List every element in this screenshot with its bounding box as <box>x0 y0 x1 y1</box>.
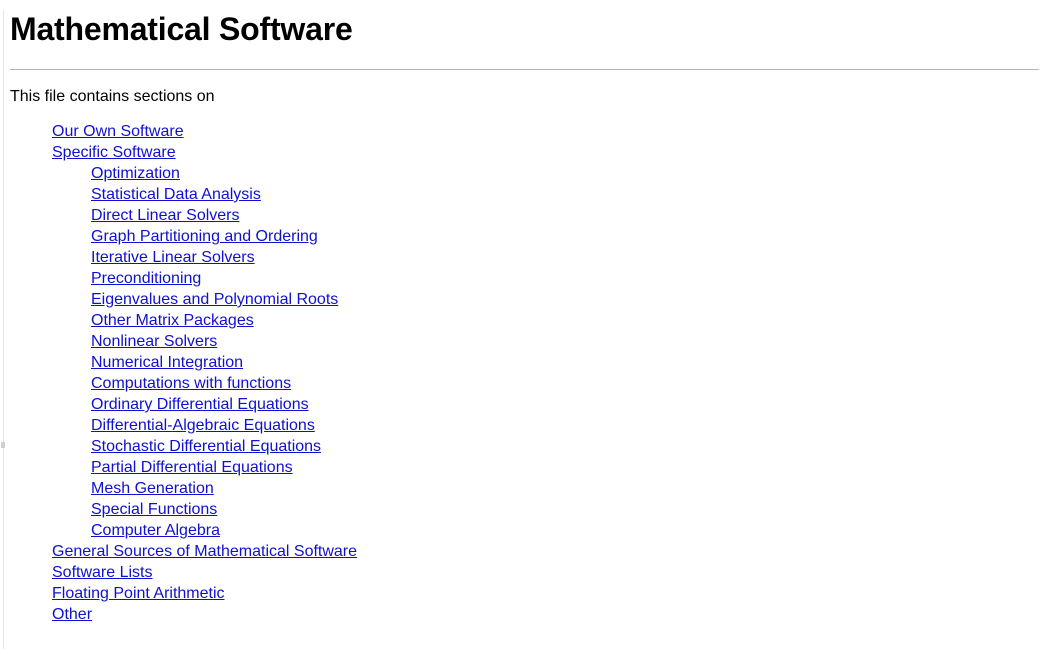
toc-item: Nonlinear Solvers <box>10 331 1039 352</box>
toc-link[interactable]: Stochastic Differential Equations <box>91 438 321 455</box>
title-divider <box>10 69 1039 70</box>
table-of-contents: Our Own Software Specific Software Optimiz… <box>10 121 1039 625</box>
toc-link[interactable]: Computer Algebra <box>91 522 220 539</box>
toc-link[interactable]: Optimization <box>91 165 180 182</box>
toc-link[interactable]: Other Matrix Packages <box>91 312 254 329</box>
toc-link[interactable]: Iterative Linear Solvers <box>91 249 255 266</box>
toc-item: Direct Linear Solvers <box>10 205 1039 226</box>
toc-link[interactable]: Mesh Generation <box>91 480 214 497</box>
toc-link[interactable]: Eigenvalues and Polynomial Roots <box>91 291 338 308</box>
toc-item: Optimization <box>10 163 1039 184</box>
toc-item: Stochastic Differential Equations <box>10 436 1039 457</box>
toc-link[interactable]: Preconditioning <box>91 270 201 287</box>
toc-link[interactable]: Our Own Software <box>52 123 184 140</box>
toc-link[interactable]: Partial Differential Equations <box>91 459 293 476</box>
toc-item: Special Functions <box>10 499 1039 520</box>
toc-item: Iterative Linear Solvers <box>10 247 1039 268</box>
toc-link[interactable]: Floating Point Arithmetic <box>52 585 225 602</box>
toc-link[interactable]: Differential-Algebraic Equations <box>91 417 315 434</box>
intro-paragraph: This file contains sections on <box>10 88 215 105</box>
toc-link[interactable]: Computations with functions <box>91 375 291 392</box>
toc-link[interactable]: Statistical Data Analysis <box>91 186 261 203</box>
toc-item: Our Own Software <box>10 121 1039 142</box>
toc-item: Specific Software <box>10 142 1039 163</box>
document-page: Mathematical Software This file contains… <box>0 10 1049 625</box>
toc-item: Other <box>10 604 1039 625</box>
toc-item: Software Lists <box>10 562 1039 583</box>
toc-item: Mesh Generation <box>10 478 1039 499</box>
toc-item: Computations with functions <box>10 373 1039 394</box>
toc-link[interactable]: Nonlinear Solvers <box>91 333 217 350</box>
toc-item: Partial Differential Equations <box>10 457 1039 478</box>
toc-item: Graph Partitioning and Ordering <box>10 226 1039 247</box>
toc-item: Statistical Data Analysis <box>10 184 1039 205</box>
toc-item: Computer Algebra <box>10 520 1039 541</box>
toc-item: Preconditioning <box>10 268 1039 289</box>
toc-item: General Sources of Mathematical Software <box>10 541 1039 562</box>
toc-link[interactable]: Graph Partitioning and Ordering <box>91 228 318 245</box>
toc-item: Numerical Integration <box>10 352 1039 373</box>
toc-item: Floating Point Arithmetic <box>10 583 1039 604</box>
toc-link[interactable]: Numerical Integration <box>91 354 243 371</box>
toc-link[interactable]: Specific Software <box>52 144 176 161</box>
toc-item: Other Matrix Packages <box>10 310 1039 331</box>
toc-item: Ordinary Differential Equations <box>10 394 1039 415</box>
toc-link[interactable]: Direct Linear Solvers <box>91 207 240 224</box>
toc-link[interactable]: Ordinary Differential Equations <box>91 396 309 413</box>
toc-item: Eigenvalues and Polynomial Roots <box>10 289 1039 310</box>
page-title: Mathematical Software <box>10 11 353 47</box>
toc-link[interactable]: General Sources of Mathematical Software <box>52 543 357 560</box>
toc-link[interactable]: Software Lists <box>52 564 152 581</box>
toc-item: Differential-Algebraic Equations <box>10 415 1039 436</box>
toc-link[interactable]: Special Functions <box>91 501 217 518</box>
toc-link[interactable]: Other <box>52 606 92 623</box>
